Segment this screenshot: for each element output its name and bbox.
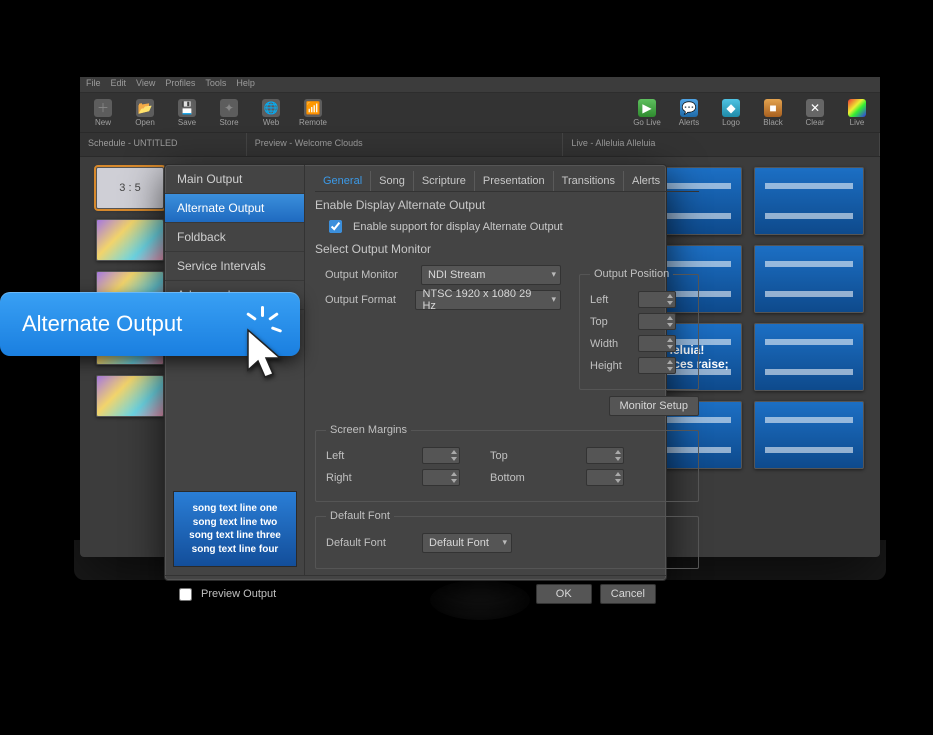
output-position-group: Output Position Left Top Width Height [579,268,699,390]
web-button[interactable]: 🌐Web [256,96,286,129]
sidebar-item-main-output[interactable]: Main Output [165,165,304,194]
cancel-button[interactable]: Cancel [600,584,656,604]
output-format-label: Output Format [325,294,407,306]
monitor-setup-button[interactable]: Monitor Setup [609,396,699,416]
black-button[interactable]: ■Black [758,96,788,129]
store-button[interactable]: ✦Store [214,96,244,129]
golive-button[interactable]: ▶Go Live [632,96,662,129]
output-settings-dialog: Main Output Alternate Output Foldback Se… [164,164,667,581]
chevron-down-icon: ▾ [502,537,507,548]
live-thumb[interactable] [754,401,864,469]
preview-line: song text line three [189,529,281,543]
tab-song[interactable]: Song [371,171,414,191]
tab-scripture[interactable]: Scripture [414,171,475,191]
pos-top-spinner[interactable] [638,313,676,330]
margin-left-spinner[interactable] [422,447,460,464]
toolbar: ＋New 📂Open 💾Save ✦Store 🌐Web 📶Remote ▶Go… [80,93,880,133]
panel-live[interactable]: Live - Alleluia Alleluia [563,133,880,156]
preview-output-label: Preview Output [201,588,276,600]
menu-bar: File Edit View Profiles Tools Help [80,77,880,93]
margin-bottom-label: Bottom [490,472,578,484]
section-select-monitor-title: Select Output Monitor [315,242,699,256]
pos-left-label: Left [590,294,630,306]
output-monitor-select[interactable]: NDI Stream▾ [421,265,561,285]
output-monitor-label: Output Monitor [325,269,413,281]
live-thumb[interactable] [754,167,864,235]
margin-right-label: Right [326,472,414,484]
new-button[interactable]: ＋New [88,96,118,129]
pos-height-label: Height [590,360,630,372]
sidebar-item-service-intervals[interactable]: Service Intervals [165,252,304,281]
clear-button[interactable]: ✕Clear [800,96,830,129]
panel-tabs: Schedule - UNTITLED Preview - Welcome Cl… [80,133,880,157]
settings-content: General Song Scripture Presentation Tran… [305,165,709,575]
section-enable-title: Enable Display Alternate Output [315,198,699,212]
dialog-footer: Preview Output OK Cancel [165,575,666,612]
chevron-down-icon: ▾ [551,294,556,305]
output-position-legend: Output Position [590,268,673,280]
margin-top-label: Top [490,450,578,462]
screen-margins-legend: Screen Margins [326,424,411,436]
tab-presentation[interactable]: Presentation [475,171,554,191]
tab-alerts[interactable]: Alerts [624,171,668,191]
menu-view[interactable]: View [136,78,155,91]
tab-general[interactable]: General [315,171,371,191]
pos-height-spinner[interactable] [638,357,676,374]
sidebar-item-alternate-output[interactable]: Alternate Output [165,194,304,223]
menu-help[interactable]: Help [236,78,255,91]
logo-button[interactable]: ◆Logo [716,96,746,129]
default-font-select[interactable]: Default Font▾ [422,533,512,553]
preview-line: song text line one [192,502,277,516]
preview-output-checkbox[interactable] [179,588,192,601]
save-button[interactable]: 💾Save [172,96,202,129]
live-thumb[interactable] [754,323,864,391]
ratio-thumb[interactable]: 3 : 5 [96,167,164,209]
alerts-button[interactable]: 💬Alerts [674,96,704,129]
default-font-group: Default Font Default Font Default Font▾ [315,510,699,569]
enable-alternate-output-checkbox[interactable] [329,220,342,233]
sidebar-item-foldback[interactable]: Foldback [165,223,304,252]
tab-transitions[interactable]: Transitions [554,171,624,191]
pos-width-label: Width [590,338,630,350]
screen-margins-group: Screen Margins Left Right Top Bottom [315,424,699,502]
open-button[interactable]: 📂Open [130,96,160,129]
menu-edit[interactable]: Edit [111,78,127,91]
pos-top-label: Top [590,316,630,328]
default-font-legend: Default Font [326,510,394,522]
margin-bottom-spinner[interactable] [586,469,624,486]
panel-preview[interactable]: Preview - Welcome Clouds [247,133,564,156]
chevron-down-icon: ▾ [551,269,556,280]
pos-width-spinner[interactable] [638,335,676,352]
enable-checkbox-label: Enable support for display Alternate Out… [353,221,563,233]
panel-schedule[interactable]: Schedule - UNTITLED [80,133,247,156]
remote-button[interactable]: 📶Remote [298,96,328,129]
live-thumb[interactable] [754,245,864,313]
margin-left-label: Left [326,450,414,462]
ok-button[interactable]: OK [536,584,592,604]
margin-top-spinner[interactable] [586,447,624,464]
schedule-thumb[interactable] [96,375,164,417]
menu-tools[interactable]: Tools [205,78,226,91]
menu-profiles[interactable]: Profiles [165,78,195,91]
output-preview: song text line one song text line two so… [173,491,297,567]
default-font-label: Default Font [326,537,414,549]
margin-right-spinner[interactable] [422,469,460,486]
schedule-thumb[interactable] [96,219,164,261]
callout-text: Alternate Output [22,311,182,337]
menu-file[interactable]: File [86,78,101,91]
pos-left-spinner[interactable] [638,291,676,308]
preview-line: song text line four [192,543,279,557]
cursor-icon [245,328,289,384]
preview-line: song text line two [193,516,277,530]
output-format-select[interactable]: NTSC 1920 x 1080 29 Hz▾ [415,290,561,310]
settings-tabs: General Song Scripture Presentation Tran… [315,171,699,192]
live-button[interactable]: Live [842,96,872,129]
